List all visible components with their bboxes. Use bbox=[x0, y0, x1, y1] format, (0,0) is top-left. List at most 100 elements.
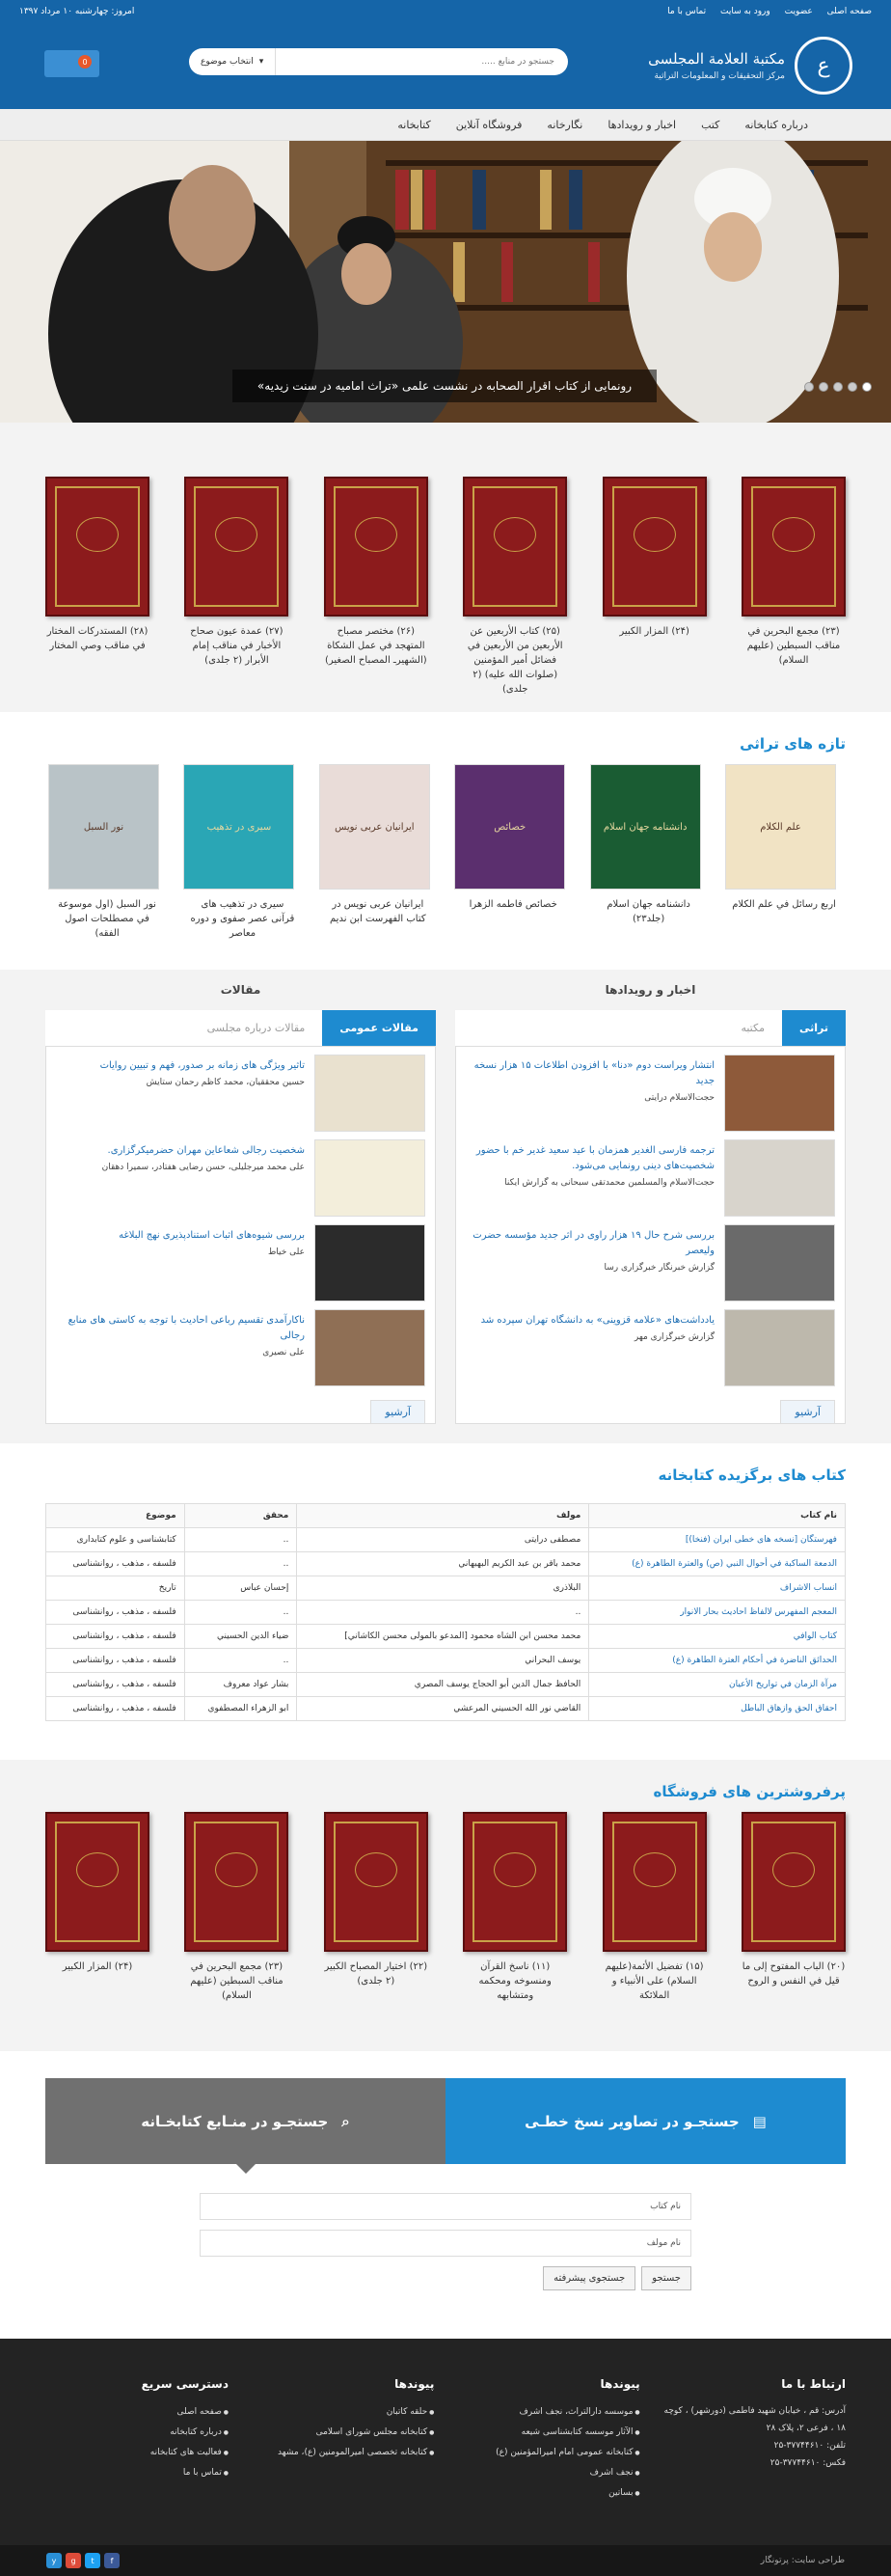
top-link-home[interactable]: صفحه اصلی bbox=[827, 7, 872, 16]
book-cover[interactable] bbox=[602, 1812, 707, 1952]
book-title[interactable]: (۲۳) مجمع البحرين في مناقب السبطين (عليه… bbox=[742, 624, 846, 668]
book-card[interactable]: علم الكلام اربع رسائل في علم الكلام bbox=[725, 764, 836, 941]
book-cover[interactable] bbox=[742, 1812, 846, 1952]
news-thumbnail[interactable] bbox=[724, 1055, 835, 1132]
list-item[interactable]: شخصیت رجالی شعاعاین مهران حضرمیکرگزاری. ع… bbox=[56, 1139, 425, 1224]
book-card[interactable]: (۲۳) مجمع البحرين في مناقب السبطين (عليه… bbox=[742, 477, 846, 697]
book-title[interactable]: (۲۶) مختصر مصباح المتهجد في عمل الشكاة (… bbox=[324, 624, 428, 668]
book-name-field[interactable]: نام کتاب bbox=[200, 2193, 691, 2220]
slider-dot[interactable] bbox=[819, 382, 828, 392]
article-title[interactable]: شخصیت رجالی شعاعاین مهران حضرمیکرگزاری. bbox=[102, 1143, 305, 1159]
article-title[interactable]: بررسی شیوه‌های اثبات استنادپذیری نهج الب… bbox=[119, 1228, 305, 1244]
news-title[interactable]: ترجمه فارسی الغدیر همزمان با عید سعید غد… bbox=[466, 1143, 715, 1174]
book-cover[interactable] bbox=[323, 477, 428, 617]
book-title[interactable]: ایرانیان عربی نویس در کتاب الفهرست ابن ن… bbox=[326, 897, 430, 926]
copyright-text[interactable]: طراحی سایت: پرتونگار bbox=[761, 2556, 845, 2565]
tab-maktaba[interactable]: مکتبه bbox=[723, 1010, 782, 1046]
twitter-icon[interactable]: t bbox=[85, 2553, 100, 2568]
book-card[interactable]: (۲۲) اختيار المصباح الكبير (۲ جلدی) bbox=[323, 1812, 428, 2003]
book-name-cell[interactable]: الحدائق الناضرة في أحكام العترة الطاهرة … bbox=[588, 1648, 846, 1673]
book-cover[interactable] bbox=[742, 477, 846, 617]
book-title[interactable]: (۲۴) المزار الكبير bbox=[603, 624, 707, 639]
top-link-login[interactable]: ورود به سایت bbox=[720, 7, 770, 16]
book-card[interactable]: (۲۷) عمدة عيون صحاح الأخبار في مناقب إما… bbox=[184, 477, 289, 697]
footer-link[interactable]: کتابخانه مجلس شورای اسلامی bbox=[251, 2423, 434, 2443]
footer-link[interactable]: فعالیت های کتابخانه bbox=[45, 2443, 229, 2463]
book-title[interactable]: (۱۱) ناسخ القرآن ومنسوخه ومحكمه ومتشابهه bbox=[463, 1959, 567, 2003]
google-plus-icon[interactable]: g bbox=[66, 2553, 81, 2568]
book-cover[interactable]: خصائص bbox=[454, 764, 566, 890]
list-item[interactable]: بررسی شرح حال ۱۹ هزار راوی در اثر جدید م… bbox=[466, 1224, 835, 1309]
article-title[interactable]: ناکارآمدی تقسیم رباعی احادیث با توجه به … bbox=[56, 1313, 305, 1344]
list-item[interactable]: بررسی شیوه‌های اثبات استنادپذیری نهج الب… bbox=[56, 1224, 425, 1309]
hero-caption[interactable]: رونمایی از کتاب اقرار الصحابه در نشست عل… bbox=[232, 370, 657, 402]
list-item[interactable]: ناکارآمدی تقسیم رباعی احادیث با توجه به … bbox=[56, 1309, 425, 1394]
footer-link[interactable]: بساتین bbox=[457, 2483, 640, 2504]
book-card[interactable]: (۲۵) كتاب الأربعين عن الأربعين من الأربع… bbox=[463, 477, 568, 697]
book-card[interactable]: نور السبل نور السبل (اول موسوعة في مصطلحا… bbox=[48, 764, 160, 941]
book-card[interactable]: (۲۶) مختصر مصباح المتهجد في عمل الشكاة (… bbox=[323, 477, 428, 697]
book-card[interactable]: (۲۰) الباب المفتوح إلى ما قيل في النفس و… bbox=[742, 1812, 846, 2003]
book-cover[interactable] bbox=[45, 1812, 150, 1952]
book-cover[interactable]: نور السبل bbox=[48, 764, 160, 890]
book-name-cell[interactable]: الدمعة الساكبة في أحوال النبي (ص) والعتر… bbox=[588, 1551, 846, 1576]
list-item[interactable]: تاثیر ویژگی های زمانه بر صدور، فهم و تبی… bbox=[56, 1055, 425, 1139]
book-title[interactable]: (۲۵) كتاب الأربعين عن الأربعين من الأربع… bbox=[463, 624, 567, 697]
slider-dot[interactable] bbox=[833, 382, 843, 392]
nav-item-news[interactable]: اخبار و رویدادها bbox=[608, 119, 676, 131]
book-card[interactable]: خصائص خصائص فاطمه الزهرا bbox=[454, 764, 566, 941]
news-thumbnail[interactable] bbox=[724, 1224, 835, 1302]
book-title[interactable]: نور السبل (اول موسوعة في مصطلحات اصول ال… bbox=[55, 897, 159, 941]
book-name-cell[interactable]: كتاب الوافي bbox=[588, 1624, 846, 1649]
book-card[interactable]: سیری در تذهیب سیری در تذهیب های قرآنی عصر… bbox=[183, 764, 295, 941]
book-cover[interactable] bbox=[602, 477, 707, 617]
book-cover[interactable] bbox=[323, 1812, 428, 1952]
footer-link[interactable]: تماس با ما bbox=[45, 2463, 229, 2483]
book-card[interactable]: (۱۱) ناسخ القرآن ومنسوخه ومحكمه ومتشابهه bbox=[463, 1812, 568, 2003]
book-cover[interactable]: سیری در تذهیب bbox=[183, 764, 295, 890]
book-card[interactable]: (۲۸) المستدركات المختار في مناقب وصي الم… bbox=[45, 477, 150, 697]
tab-turathi[interactable]: تراثی bbox=[781, 1010, 846, 1046]
book-title[interactable]: (۲۳) مجمع البحرين في مناقب السبطين (عليه… bbox=[184, 1959, 288, 2003]
site-logo[interactable]: ع مکتبة العلامة المجلسی مرکز التحقیقات و… bbox=[640, 37, 852, 95]
book-name-cell[interactable]: انساب الاشراف bbox=[588, 1576, 846, 1601]
book-name-cell[interactable]: احقاق الحق وازهاق الباطل bbox=[588, 1696, 846, 1721]
book-name-cell[interactable]: المعجم المفهرس لالفاظ احادیث بحار الانوا… bbox=[588, 1600, 846, 1625]
book-card[interactable]: ایرانیان عربی نویس ایرانیان عربی نویس در … bbox=[318, 764, 430, 941]
nav-item-about[interactable]: درباره کتابخانه bbox=[744, 119, 808, 131]
article-thumbnail[interactable] bbox=[314, 1224, 425, 1302]
article-thumbnail[interactable] bbox=[314, 1139, 425, 1217]
manuscript-search-tab[interactable]: ▤ جستجـو در تصاویر نسخ خطـی bbox=[446, 2078, 846, 2164]
book-cover[interactable]: دانشنامه جهان اسلام bbox=[589, 764, 701, 890]
cart-button[interactable]: 0 bbox=[44, 50, 99, 77]
book-cover[interactable] bbox=[184, 477, 289, 617]
footer-link[interactable]: الآثار موسسه کتابشناسی شیعه bbox=[457, 2423, 640, 2443]
slider-dot[interactable] bbox=[848, 382, 857, 392]
nav-item-library[interactable]: کتابخانه bbox=[397, 119, 430, 131]
book-card[interactable]: (۲۴) المزار الكبير bbox=[602, 477, 707, 697]
footer-link[interactable]: درباره کتابخانه bbox=[45, 2423, 229, 2443]
book-title[interactable]: (۲۷) عمدة عيون صحاح الأخبار في مناقب إما… bbox=[184, 624, 288, 668]
nav-item-shop[interactable]: فروشگاه آنلاین bbox=[456, 119, 523, 131]
slider-dot[interactable] bbox=[804, 382, 814, 392]
footer-link[interactable]: کتابخانه عمومی امام امیرالمؤمنین (ع) bbox=[457, 2443, 640, 2463]
list-item[interactable]: انتشار ویراست دوم «دنا» با افزودن اطلاعا… bbox=[466, 1055, 835, 1139]
news-archive-link[interactable]: آرشیو bbox=[780, 1400, 835, 1423]
advanced-search-button[interactable]: جستجوی پیشرفته bbox=[543, 2266, 636, 2290]
author-name-field[interactable]: نام مولف bbox=[200, 2230, 691, 2257]
youtube-icon[interactable]: y bbox=[46, 2553, 62, 2568]
news-title[interactable]: انتشار ویراست دوم «دنا» با افزودن اطلاعا… bbox=[466, 1058, 715, 1089]
book-name-cell[interactable]: مرآة الزمان في تواريخ الأعيان bbox=[588, 1672, 846, 1697]
book-title[interactable]: (۲۲) اختيار المصباح الكبير (۲ جلدی) bbox=[324, 1959, 428, 1988]
news-title[interactable]: بررسی شرح حال ۱۹ هزار راوی در اثر جدید م… bbox=[466, 1228, 715, 1259]
footer-link[interactable]: کتابخانه تخصصی امیرالمومنین (ع)، مشهد bbox=[251, 2443, 434, 2463]
book-card[interactable]: دانشنامه جهان اسلام دانشنامه جهان اسلام (… bbox=[589, 764, 701, 941]
article-thumbnail[interactable] bbox=[314, 1309, 425, 1386]
nav-item-books[interactable]: کتب bbox=[701, 119, 719, 131]
book-card[interactable]: (۱۵) تفضيل الأئمة(عليهم السلام) على الأن… bbox=[602, 1812, 707, 2003]
book-title[interactable]: (۲۸) المستدركات المختار في مناقب وصي الم… bbox=[45, 624, 149, 653]
book-cover[interactable]: علم الكلام bbox=[725, 764, 836, 890]
book-title[interactable]: دانشنامه جهان اسلام (جلد۲۳) bbox=[597, 897, 701, 926]
book-cover[interactable]: ایرانیان عربی نویس bbox=[318, 764, 430, 890]
book-card[interactable]: (۲۳) مجمع البحرين في مناقب السبطين (عليه… bbox=[184, 1812, 289, 2003]
